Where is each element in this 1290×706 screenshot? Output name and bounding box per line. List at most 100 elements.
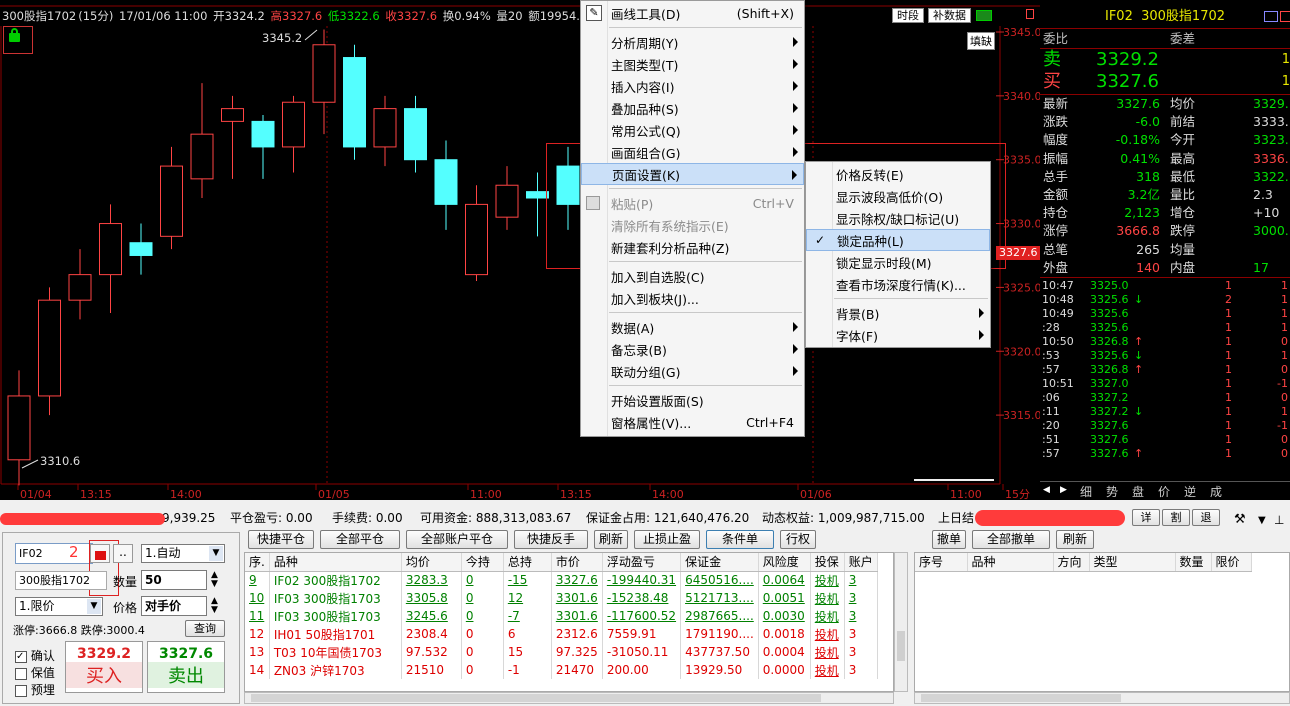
order-action-button[interactable]: 刷新	[1056, 530, 1094, 549]
tab-next-icon[interactable]: ▶	[1060, 485, 1067, 495]
orders-table-wrap[interactable]: 序号 品种 方向 类型 数量 限价	[914, 552, 1290, 692]
column-header[interactable]: 投保	[810, 553, 845, 572]
column-header[interactable]: 限价	[1211, 553, 1252, 572]
position-action-button[interactable]: 全部账户平仓	[406, 530, 508, 549]
menu-item-4[interactable]: 常用公式(Q)	[581, 119, 804, 141]
submenu-item-3[interactable]: ✓ 锁定品种(L)	[806, 229, 990, 251]
quote-tab[interactable]: 细	[1080, 483, 1092, 500]
menu-item-3[interactable]: 叠加品种(S)	[581, 97, 804, 119]
positions-hscroll[interactable]	[244, 692, 894, 704]
orders-panel[interactable]: 撤单 全部撤单 刷新 序号 品种 方向 类型 数量 限价	[912, 528, 1290, 706]
menu-item-5[interactable]: 画面组合(G)	[581, 141, 804, 163]
column-header[interactable]: 今持	[461, 553, 504, 572]
quote-tabs[interactable]: ◀ ▶ 细势盘价逆成	[1040, 481, 1290, 500]
more-button[interactable]: ..	[113, 544, 133, 563]
menu-paste[interactable]: 粘贴(P) Ctrl+V	[581, 192, 804, 214]
position-action-button[interactable]: 刷新	[594, 530, 628, 549]
menu-start-layout[interactable]: 开始设置版面(S)	[581, 389, 804, 411]
buy-button[interactable]: 3329.2 买入	[65, 641, 143, 693]
submenu-background[interactable]: 背景(B)	[806, 302, 990, 324]
protect-checkbox[interactable]: 保值	[15, 664, 55, 681]
menu-item-b-1[interactable]: 备忘录(B)	[581, 338, 804, 360]
column-header[interactable]: 品种	[269, 553, 402, 572]
column-header[interactable]: 市价	[551, 553, 603, 572]
submenu-item-0[interactable]: 价格反转(E)	[806, 163, 990, 185]
toolbar-button[interactable]: 割	[1162, 509, 1190, 526]
price-type-select[interactable]: 1.限价 ▼	[15, 597, 103, 616]
menu-item-b-2[interactable]: 联动分组(G)	[581, 360, 804, 382]
code-input[interactable]: IF02	[15, 543, 93, 564]
context-menu[interactable]: ✎ 画线工具(D) (Shift+X) 分析周期(Y) 主图类型(T) 插入内容(I)…	[580, 0, 805, 437]
trade-panel[interactable]: 9,939.25 平仓盈亏: 0.00 手续费: 0.00 可用资金: 888,…	[0, 500, 1290, 706]
lock-button[interactable]	[90, 544, 110, 563]
menu-window-properties[interactable]: 窗格属性(V)... Ctrl+F4	[581, 411, 804, 433]
column-header[interactable]: 保证金	[680, 553, 759, 572]
menu-item-b-0[interactable]: 数据(A)	[581, 316, 804, 338]
pin-icon[interactable]: ⊥	[1274, 510, 1284, 530]
position-action-button[interactable]: 快捷平仓	[248, 530, 314, 549]
prebuy-checkbox[interactable]: 预埋	[15, 681, 55, 698]
column-header[interactable]: 均价	[401, 553, 462, 572]
price-stepper[interactable]: ▲ ▼	[211, 597, 218, 615]
fill-gap-button[interactable]: 填缺	[967, 32, 995, 50]
submenu-item-2[interactable]: 显示除权/缺口标记(U)	[806, 207, 990, 229]
quote-tab[interactable]: 价	[1158, 483, 1170, 500]
connection-icon[interactable]	[976, 10, 992, 21]
toolbar-button[interactable]: 详	[1132, 509, 1160, 526]
column-header[interactable]: 账户	[844, 553, 878, 572]
menu-draw-tools[interactable]: ✎ 画线工具(D) (Shift+X)	[581, 2, 804, 24]
sell-button[interactable]: 3327.6 卖出	[147, 641, 225, 693]
column-header[interactable]: 风险度	[758, 553, 811, 572]
position-action-button[interactable]: 条件单	[706, 530, 774, 549]
table-row[interactable]: 12 IH01 50股指1701 2308.4 0 6 2312.6 7559.91 1791…	[245, 625, 878, 643]
quote-panel[interactable]: IF02 300股指1702 委比 委差 卖 3329.2 1 买 3327.6 1 最新…	[1040, 0, 1290, 500]
qty-stepper[interactable]: ▲ ▼	[211, 571, 218, 589]
query-button[interactable]: 查询	[185, 620, 225, 637]
table-row[interactable]: 14 ZN03 沪锌1703 21510 0 -1 21470 200.00 13929.50…	[245, 661, 878, 679]
position-action-button[interactable]: 行权	[780, 530, 816, 549]
menu-item-6[interactable]: 页面设置(K)	[581, 163, 804, 185]
column-header[interactable]: 类型	[1089, 553, 1176, 572]
positions-table[interactable]: 序. 品种 均价 今持 总持 市价 浮动盈亏 保证金 风险度 投保 账户 9 IF02 300股指170…	[245, 553, 878, 679]
menu-add-watchlist[interactable]: 加入到自选股(C)	[581, 265, 804, 287]
menu-add-block[interactable]: 加入到板块(J)...	[581, 287, 804, 309]
column-header[interactable]: 浮动盈亏	[602, 553, 682, 572]
positions-vscroll[interactable]	[894, 552, 908, 692]
order-action-button[interactable]: 撤单	[932, 530, 966, 549]
period-button[interactable]: 时段	[892, 8, 924, 23]
fill-data-button[interactable]: 补数据	[928, 8, 971, 23]
menu-new-arbitrage[interactable]: 新建套利分析品种(Z)	[581, 236, 804, 258]
buy-row[interactable]: 买 3327.6 1	[1040, 71, 1290, 93]
table-row[interactable]: 9 IF02 300股指1702 3283.3 0 -15 3327.6 -199440.3…	[245, 571, 878, 589]
quote-tab[interactable]: 势	[1106, 483, 1118, 500]
tab-prev-icon[interactable]: ◀	[1043, 485, 1050, 495]
order-entry[interactable]: IF02 2 .. 1.自动 ▼ 300股指1702 数量 50 ▲ ▼ 1.限价 ▼…	[2, 532, 240, 704]
column-header[interactable]: 品种	[967, 553, 1054, 572]
column-header[interactable]: 数量	[1175, 553, 1212, 572]
quote-tab[interactable]: 成	[1210, 483, 1222, 500]
window-restore-icon[interactable]	[1026, 9, 1034, 19]
order-action-button[interactable]: 全部撤单	[972, 530, 1050, 549]
column-header[interactable]: 方向	[1053, 553, 1090, 572]
column-header[interactable]: 总持	[503, 553, 552, 572]
submenu-item-1[interactable]: 显示波段高低价(O)	[806, 185, 990, 207]
sell-row[interactable]: 卖 3329.2 1	[1040, 49, 1290, 71]
table-row[interactable]: 11 IF03 300股指1703 3245.6 0 -7 3301.6 -117600.5…	[245, 607, 878, 625]
menu-item-1[interactable]: 主图类型(T)	[581, 53, 804, 75]
orders-hscroll[interactable]	[914, 692, 1290, 704]
menu-item-0[interactable]: 分析周期(Y)	[581, 31, 804, 53]
column-header[interactable]: 序.	[245, 553, 270, 572]
table-row[interactable]: 10 IF03 300股指1703 3305.8 0 12 3301.6 -15238.48…	[245, 589, 878, 607]
column-header[interactable]: 序号	[915, 553, 968, 572]
position-action-button[interactable]: 止损止盈	[634, 530, 700, 549]
page-settings-submenu[interactable]: 价格反转(E) 显示波段高低价(O) 显示除权/缺口标记(U) ✓ 锁定品种(L) 锁定显…	[805, 161, 991, 348]
menu-item-2[interactable]: 插入内容(I)	[581, 75, 804, 97]
positions-table-wrap[interactable]: 序. 品种 均价 今持 总持 市价 浮动盈亏 保证金 风险度 投保 账户 9 IF02 300股指170…	[244, 552, 894, 692]
tools-icon[interactable]: ⚒	[1234, 510, 1246, 530]
lock-indicator[interactable]	[3, 26, 33, 54]
price-input[interactable]: 对手价	[141, 596, 207, 616]
menu-clear-indicators[interactable]: 清除所有系统指示(E)	[581, 214, 804, 236]
submenu-font[interactable]: 字体(F)	[806, 324, 990, 346]
submenu-item-5[interactable]: 查看市场深度行情(K)...	[806, 273, 990, 295]
table-row[interactable]: 13 T03 10年国债1703 97.532 0 15 97.325 -31050.11 4…	[245, 643, 878, 661]
